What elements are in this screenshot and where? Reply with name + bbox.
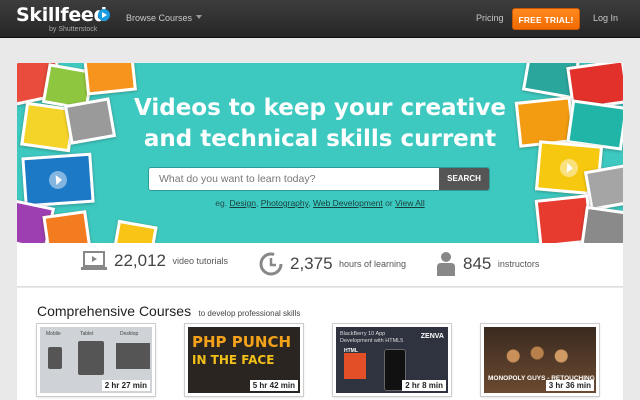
stat-number: 22,012 — [114, 251, 166, 270]
course-duration: 5 hr 42 min — [249, 380, 298, 391]
course-duration: 2 hr 8 min — [402, 380, 446, 391]
free-trial-button[interactable]: FREE TRIAL! — [512, 8, 580, 30]
chevron-down-icon — [196, 15, 203, 19]
hero-headline-line1: Videos to keep your creative — [133, 95, 507, 121]
browse-courses-menu[interactable]: Browse Courses — [126, 13, 203, 23]
decor-card-yellow-2 — [112, 219, 158, 243]
search-bar: SEARCH — [148, 167, 490, 191]
skillfeed-logo[interactable]: Skillfeed by Shutterstock — [16, 4, 110, 35]
examples-or: or — [385, 198, 393, 208]
stat-label: video tutorials — [172, 256, 228, 266]
course-card-php[interactable]: PHP PUNCH IN THE FACE 5 hr 42 min — [185, 324, 303, 396]
courses-title: Comprehensive Courses — [37, 303, 192, 319]
logo-text: Skillfeed — [16, 4, 107, 26]
view-all-link[interactable]: View All — [395, 198, 425, 208]
thumb-zenva-logo: ZENVA — [420, 333, 444, 340]
thumb-text: Tablet — [80, 331, 94, 337]
stat-number: 2,375 — [290, 254, 333, 273]
stat-label: instructors — [497, 259, 540, 269]
search-input[interactable] — [149, 168, 439, 190]
decor-card-orange — [83, 63, 137, 96]
search-examples: eg. Design, Photography, Web Development… — [215, 198, 425, 208]
browse-courses-label: Browse Courses — [126, 13, 193, 23]
thumb-text: HTML — [344, 348, 358, 354]
thumb-device-mobile — [48, 347, 62, 369]
course-duration: 3 hr 36 min — [545, 380, 594, 391]
hero-banner: Videos to keep your creative and technic… — [17, 63, 623, 243]
play-icon — [559, 158, 579, 178]
thumb-html5-badge — [344, 353, 366, 379]
example-link-design[interactable]: Design — [229, 198, 255, 208]
thumb-text: Mobile — [46, 331, 61, 337]
thumb-text: BlackBerry 10 App — [340, 331, 386, 337]
thumb-text: Development with HTML5 — [340, 338, 404, 344]
courses-subtitle: to develop professional skills — [198, 309, 301, 318]
thumb-title-line2: IN THE FACE — [192, 353, 275, 367]
course-card-blackberry[interactable]: BlackBerry 10 App Development with HTML5… — [333, 324, 451, 396]
logo-subtitle: by Shutterstock — [49, 26, 98, 33]
stat-label: hours of learning — [339, 259, 407, 269]
stat-video-tutorials: 22,012 video tutorials — [80, 251, 228, 279]
instructor-icon — [437, 252, 455, 276]
example-link-photography[interactable]: Photography — [261, 198, 309, 208]
logo-play-icon — [98, 9, 110, 21]
examples-prefix: eg. — [215, 198, 228, 208]
hero-headline-line2: and technical skills current — [143, 126, 497, 152]
clock-icon — [259, 252, 283, 276]
decor-card-gray-3 — [580, 205, 623, 243]
decor-card-orange-2 — [42, 210, 92, 243]
stats-bar: 22,012 video tutorials 2,375 hours of le… — [17, 243, 623, 287]
top-navigation-bar: Skillfeed by Shutterstock Browse Courses… — [0, 0, 640, 38]
thumb-photo-figures — [494, 341, 590, 371]
course-card-monopoly[interactable]: MONOPOLY GUYS - RETOUCHING 3 hr 36 min — [481, 324, 599, 396]
laptop-icon — [81, 251, 107, 270]
login-link[interactable]: Log In — [593, 13, 618, 23]
courses-heading: Comprehensive Courses to develop profess… — [37, 303, 300, 321]
course-card-responsive[interactable]: Mobile Tablet Desktop 2 hr 27 min — [37, 324, 155, 396]
courses-section: Comprehensive Courses to develop profess… — [17, 288, 623, 400]
stat-hours: 2,375 hours of learning — [258, 251, 406, 279]
course-duration: 2 hr 27 min — [101, 380, 150, 391]
stat-instructors: 845 instructors — [435, 251, 539, 279]
thumb-text: Desktop — [120, 331, 139, 337]
thumb-device-desktop — [116, 343, 150, 369]
thumb-title-line1: PHP PUNCH — [192, 333, 292, 351]
thumb-device-tablet — [78, 341, 104, 375]
search-button[interactable]: SEARCH — [439, 168, 489, 190]
example-link-web-development[interactable]: Web Development — [313, 198, 383, 208]
play-icon — [48, 170, 68, 190]
stat-number: 845 — [463, 254, 492, 273]
pricing-link[interactable]: Pricing — [476, 13, 504, 23]
